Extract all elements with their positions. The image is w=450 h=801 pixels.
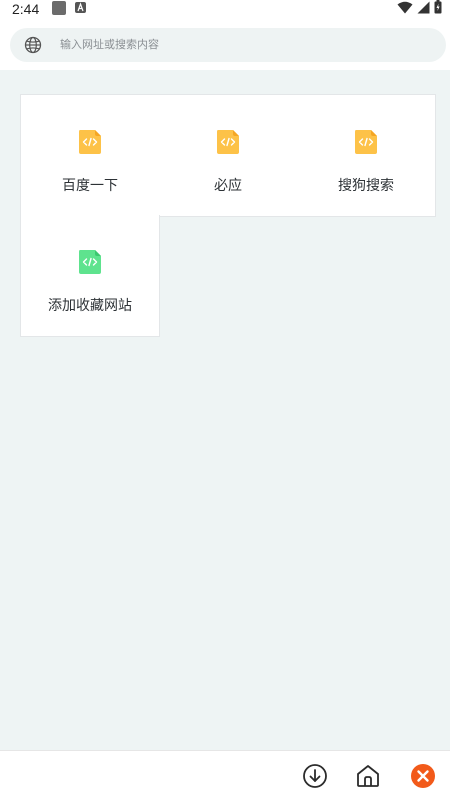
bookmark-tile-sogou[interactable]: 搜狗搜索	[297, 94, 436, 217]
code-file-icon	[352, 128, 380, 156]
bookmark-area: 百度一下 必应 搜狗搜索 添加收藏网站	[0, 70, 450, 750]
status-icons	[397, 0, 442, 18]
wifi-icon	[397, 0, 413, 18]
bookmark-label: 百度一下	[62, 178, 118, 194]
bookmark-label: 必应	[214, 178, 242, 194]
bottom-toolbar	[0, 750, 450, 801]
code-file-icon	[76, 248, 104, 276]
bookmark-label: 添加收藏网站	[48, 298, 132, 314]
code-file-icon	[214, 128, 242, 156]
address-input[interactable]: 输入网址或搜索内容	[60, 28, 159, 62]
home-icon[interactable]	[355, 763, 381, 789]
close-icon[interactable]	[410, 763, 436, 789]
a-icon	[75, 2, 86, 13]
code-file-icon	[76, 128, 104, 156]
battery-icon	[434, 0, 442, 18]
bookmark-tile-bing[interactable]: 必应	[159, 94, 298, 217]
bookmark-tile-add-favorite[interactable]: 添加收藏网站	[20, 215, 160, 337]
status-bar: 2:44	[0, 0, 450, 20]
download-icon[interactable]	[302, 763, 328, 789]
bookmark-tile-baidu[interactable]: 百度一下	[20, 94, 160, 217]
globe-icon	[24, 36, 42, 54]
address-bar[interactable]: 输入网址或搜索内容	[10, 28, 446, 62]
signal-icon	[417, 0, 430, 18]
bookmark-label: 搜狗搜索	[338, 178, 394, 194]
notification-icon	[52, 1, 66, 15]
status-time: 2:44	[12, 1, 40, 17]
